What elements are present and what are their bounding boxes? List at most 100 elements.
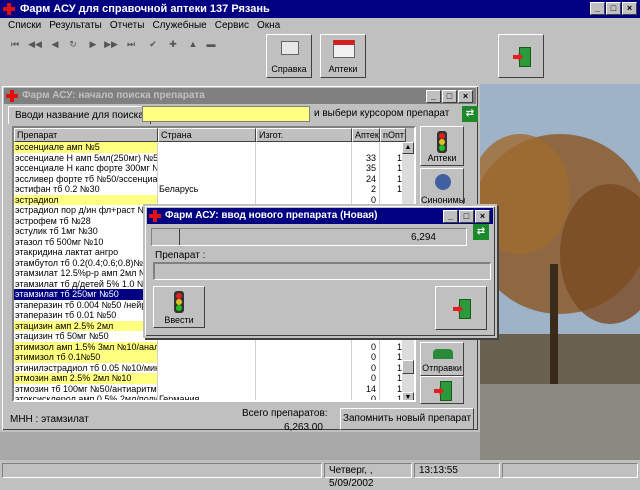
menu-bar: Списки Результаты Отчеты Служебные Серви…: [0, 18, 640, 34]
cell-country: [158, 173, 256, 184]
cell-name: эстрадиол: [14, 194, 158, 205]
total-value: 6,263.00: [284, 422, 323, 433]
exit-search-button[interactable]: [420, 376, 464, 404]
scroll-thumb[interactable]: [402, 360, 414, 374]
scroll-down-button[interactable]: ▼: [402, 392, 414, 400]
table-row[interactable]: эссливер форте тб №50/эссенциал 24 1: [14, 173, 406, 184]
menu-service[interactable]: Сервис: [211, 18, 253, 34]
refresh-icon[interactable]: ↻: [66, 38, 80, 50]
next-icon[interactable]: ▶: [86, 38, 100, 50]
cell-country: Беларусь: [158, 184, 256, 195]
progress-fill: [152, 229, 180, 245]
dash-icon[interactable]: ▬: [204, 38, 218, 50]
table-row[interactable]: эссенциале амп №5: [14, 142, 406, 153]
exit-door-icon: [453, 299, 471, 319]
col-apteki[interactable]: Аптек: [352, 128, 380, 142]
toolbar: ⏮ ◀◀ ◀ ↻ ▶ ▶▶ ⏭ ✔ ✚ ▲ ▬ Справка Аптеки: [0, 34, 640, 84]
menu-reports[interactable]: Отчеты: [106, 18, 149, 34]
table-row[interactable]: этимизол амп 1.5% 3мл №10/анале 0 1: [14, 341, 406, 352]
table-row[interactable]: этмозин тб 100мг №50/антиаритми 14 1: [14, 383, 406, 394]
cell-country: [158, 142, 256, 153]
cell-name: этамзилат 12.5%р-р амп 2мл №: [14, 268, 158, 279]
app-title: Фарм АСУ для справочной аптеки 137 Рязан…: [20, 3, 270, 15]
cell-name: эссенциале амп №5: [14, 142, 158, 153]
table-row[interactable]: этимизол тб 0.1№50 0 1: [14, 352, 406, 363]
cell-maker: [256, 352, 352, 363]
window-cross-icon: [6, 90, 18, 102]
menu-windows[interactable]: Окна: [253, 18, 284, 34]
menu-lists[interactable]: Списки: [4, 18, 45, 34]
exit-button[interactable]: [498, 34, 544, 78]
col-country[interactable]: Страна: [158, 128, 256, 142]
swap-arrows-icon[interactable]: ⇄: [473, 224, 489, 240]
pharmacies-button[interactable]: Аптеки: [420, 126, 464, 166]
new-drug-window: Фарм АСУ: ввод нового препарата (Новая) …: [143, 204, 497, 338]
table-row[interactable]: этоксисклерол амп 0.5% 2мл/полид Германия…: [14, 394, 406, 400]
close-button[interactable]: ×: [622, 2, 637, 15]
cell-name: этамзилат тб 250мг №50: [14, 289, 158, 300]
exit-new-drug-button[interactable]: [435, 286, 487, 330]
table-row[interactable]: эссенциале Н капс форте 300мг № 35 1: [14, 163, 406, 174]
up-icon[interactable]: ▲: [186, 38, 200, 50]
progress-value: 6,294: [410, 232, 436, 243]
scroll-up-button[interactable]: ▲: [402, 142, 414, 154]
status-empty: [2, 463, 322, 478]
status-extra: [502, 463, 638, 478]
plus-icon[interactable]: ✚: [166, 38, 180, 50]
help-button[interactable]: Справка: [266, 34, 312, 78]
table-row[interactable]: эссенциале Н амп 5мл(250мг) №5 33 1: [14, 152, 406, 163]
cell-apteki: 0: [352, 362, 380, 373]
cell-name: этмозин тб 100мг №50/антиаритми: [15, 383, 158, 394]
new-maximize-button[interactable]: □: [459, 210, 474, 223]
window-cross-icon: [149, 210, 161, 222]
col-drug[interactable]: Препарат: [14, 128, 158, 142]
send-button[interactable]: Отправки: [420, 342, 464, 376]
new-close-button[interactable]: ×: [475, 210, 490, 223]
search-minimize-button[interactable]: _: [426, 90, 441, 103]
remember-new-drug-button[interactable]: Запомнить новый препарат: [340, 408, 474, 430]
printer-icon: [281, 41, 299, 55]
wallpaper-photo: [480, 84, 640, 460]
people-icon: [433, 349, 453, 359]
tab-search-name[interactable]: Вводи название для поиска: [8, 106, 151, 124]
maximize-button[interactable]: □: [606, 2, 621, 15]
cell-name: этимизол тб 0.1№50: [14, 352, 158, 363]
new-drug-title: Фарм АСУ: ввод нового препарата (Новая): [165, 210, 378, 221]
cell-maker: [256, 394, 352, 400]
status-date: Четверг, , 5/09/2002: [324, 463, 412, 489]
minimize-button[interactable]: _: [590, 2, 605, 15]
last-icon[interactable]: ⏭: [124, 38, 138, 50]
first-icon[interactable]: ⏮: [8, 38, 22, 50]
new-minimize-button[interactable]: _: [443, 210, 458, 223]
search-input[interactable]: [142, 106, 310, 122]
col-nopt[interactable]: nОпт: [380, 128, 406, 142]
menu-results[interactable]: Результаты: [45, 18, 106, 34]
table-row[interactable]: этмозин амп 2.5% 2мл №10 0 1: [14, 373, 406, 384]
menu-service-tools[interactable]: Служебные: [148, 18, 210, 34]
check-icon[interactable]: ✔: [146, 38, 160, 50]
prev-icon[interactable]: ◀: [48, 38, 62, 50]
main-title-bar: Фарм АСУ для справочной аптеки 137 Рязан…: [0, 0, 640, 18]
table-row[interactable]: эстифан тб 0.2 №30 Беларусь 2 1: [14, 184, 406, 195]
next-page-icon[interactable]: ▶▶: [104, 38, 118, 50]
cell-name: этамбутол тб 0.2(0.4;0.6;0.8)№: [14, 257, 158, 268]
search-close-button[interactable]: ×: [458, 90, 473, 103]
swap-arrows-icon[interactable]: ⇄: [462, 106, 478, 122]
cell-maker: [256, 184, 352, 195]
col-maker[interactable]: Изгот.: [256, 128, 352, 142]
pharmacies-toolbar-button[interactable]: Аптеки: [320, 34, 366, 78]
enter-button[interactable]: Ввести: [153, 286, 205, 328]
app-cross-icon: [3, 3, 15, 15]
cell-name: этазол тб 500мг №10: [14, 236, 158, 247]
cell-name: этимизол амп 1.5% 3мл №10/анале: [14, 341, 158, 352]
synonyms-button[interactable]: Синонимы: [420, 168, 465, 208]
cell-name: этинилэстрадиол тб 0.05 №10/мик: [15, 362, 158, 373]
drug-name-field[interactable]: [153, 262, 491, 280]
cell-apteki: 0: [352, 394, 380, 400]
exit-door-icon: [434, 381, 452, 401]
cell-name: этамзилат тб д/детей 5% 1.0 №: [14, 278, 158, 289]
table-row[interactable]: этинилэстрадиол тб 0.05 №10/мик 0 1: [14, 362, 406, 373]
prev-page-icon[interactable]: ◀◀: [28, 38, 42, 50]
search-maximize-button[interactable]: □: [442, 90, 457, 103]
cell-apteki: 0: [352, 373, 380, 384]
